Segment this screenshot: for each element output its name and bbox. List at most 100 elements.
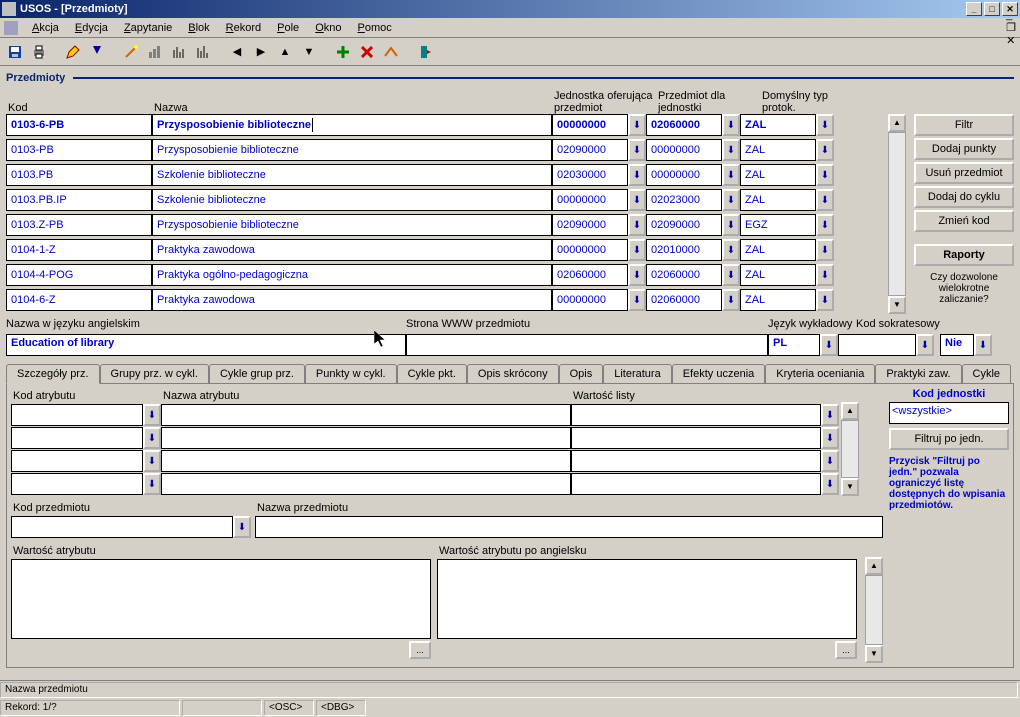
przedmiot-dla-cell[interactable]: 00000000 [646, 164, 722, 186]
przedmiot-dla-cell[interactable]: 00000000 [646, 139, 722, 161]
kod-atr-dropdown-icon[interactable]: ⬇ [143, 473, 161, 495]
kod-przedmiotu-dropdown-icon[interactable]: ⬇ [233, 516, 251, 538]
tab-9[interactable]: Kryteria oceniania [765, 364, 875, 383]
nazwa-cell[interactable]: Praktyka zawodowa [152, 239, 552, 261]
exit-icon[interactable] [414, 41, 436, 63]
kod-atr-dropdown-icon[interactable]: ⬇ [143, 450, 161, 472]
dropdown-icon[interactable]: ⬇ [722, 139, 740, 161]
edit-icon[interactable] [62, 41, 84, 63]
jednostka-cell[interactable]: 02090000 [552, 214, 628, 236]
dodaj-do-cyklu-button[interactable]: Dodaj do cyklu [914, 186, 1014, 208]
menu-okno[interactable]: Okno [307, 20, 349, 36]
table-row[interactable]: 0103.PB.IPSzkolenie biblioteczne00000000… [6, 189, 886, 213]
dropdown-icon[interactable]: ⬇ [628, 114, 646, 136]
jednostka-cell[interactable]: 02090000 [552, 139, 628, 161]
dropdown-icon[interactable]: ⬇ [816, 114, 834, 136]
maximize-button[interactable]: □ [984, 2, 1000, 16]
dropdown-icon[interactable]: ⬇ [816, 264, 834, 286]
kod-jednostki-input[interactable]: <wszystkie> [889, 402, 1009, 424]
tab-1[interactable]: Grupy prz. w cykl. [100, 364, 209, 383]
table-row[interactable]: 0104-6-ZPraktyka zawodowa00000000⬇020600… [6, 289, 886, 313]
chart-icon[interactable] [144, 41, 166, 63]
dropdown-icon[interactable]: ⬇ [722, 114, 740, 136]
nazwa-atr-cell[interactable] [161, 427, 571, 449]
dropdown-icon[interactable]: ⬇ [816, 214, 834, 236]
nazwa-przedmiotu-cell[interactable] [255, 516, 883, 538]
table-row[interactable]: 0103.Z-PBPrzysposobienie biblioteczne020… [6, 214, 886, 238]
up-icon[interactable]: ▲ [274, 41, 296, 63]
kod-cell[interactable]: 0103-PB [6, 139, 152, 161]
kod-atr-dropdown-icon[interactable]: ⬇ [143, 427, 161, 449]
wartosc-atr-ang-textarea[interactable] [437, 559, 857, 639]
dropdown-icon[interactable]: ⬇ [628, 289, 646, 311]
tab-3[interactable]: Punkty w cykl. [305, 364, 397, 383]
add-icon[interactable] [332, 41, 354, 63]
filtr-button[interactable]: Filtr [914, 114, 1014, 136]
nazwa-ang-input[interactable]: Education of library [6, 334, 406, 356]
table-row[interactable]: 0103.PBSzkolenie biblioteczne02030000⬇00… [6, 164, 886, 188]
jednostka-cell[interactable]: 02060000 [552, 264, 628, 286]
domyslny-cell[interactable]: ZAL [740, 189, 816, 211]
raporty-button[interactable]: Raporty [914, 244, 1014, 266]
prev-icon[interactable]: ◀ [226, 41, 248, 63]
przedmiot-dla-cell[interactable]: 02090000 [646, 214, 722, 236]
wartosc-listy-cell[interactable] [571, 404, 821, 426]
nazwa-cell[interactable]: Praktyka zawodowa [152, 289, 552, 311]
dropdown-icon[interactable]: ⬇ [628, 214, 646, 236]
jednostka-cell[interactable]: 00000000 [552, 114, 628, 136]
lower-scrollbar[interactable]: ▲ ▼ [865, 543, 883, 663]
kod-sokr-input[interactable] [838, 334, 916, 356]
tab-6[interactable]: Opis [559, 364, 604, 383]
print-icon[interactable] [28, 41, 50, 63]
kod-atr-dropdown-icon[interactable]: ⬇ [143, 404, 161, 426]
nazwa-atr-cell[interactable] [161, 404, 571, 426]
filtruj-button[interactable]: Filtruj po jedn. [889, 428, 1009, 450]
mdi-minimize[interactable]: _ [1006, 9, 1016, 21]
dropdown-icon[interactable]: ⬇ [722, 164, 740, 186]
dropdown-icon[interactable]: ⬇ [628, 139, 646, 161]
mdi-restore[interactable]: ❐ [1006, 21, 1016, 34]
domyslny-cell[interactable]: EGZ [740, 214, 816, 236]
dodaj-punkty-button[interactable]: Dodaj punkty [914, 138, 1014, 160]
bars1-icon[interactable] [168, 41, 190, 63]
jednostka-cell[interactable]: 02030000 [552, 164, 628, 186]
clear-icon[interactable] [380, 41, 402, 63]
menu-zapytanie[interactable]: Zapytanie [116, 20, 180, 36]
wartosc-atr-textarea[interactable] [11, 559, 431, 639]
dropdown-icon[interactable]: ⬇ [722, 214, 740, 236]
jednostka-cell[interactable]: 00000000 [552, 289, 628, 311]
table-row[interactable]: 0104-4-POGPraktyka ogólno-pedagogiczna02… [6, 264, 886, 288]
kod-cell[interactable]: 0103.PB.IP [6, 189, 152, 211]
domyslny-cell[interactable]: ZAL [740, 164, 816, 186]
tab-2[interactable]: Cykle grup prz. [209, 364, 305, 383]
expand-button[interactable]: ... [835, 641, 857, 659]
kod-cell[interactable]: 0104-6-Z [6, 289, 152, 311]
nazwa-atr-cell[interactable] [161, 450, 571, 472]
jednostka-cell[interactable]: 00000000 [552, 239, 628, 261]
menu-akcja[interactable]: Akcja [24, 20, 67, 36]
jezyk-input[interactable]: PL [768, 334, 820, 356]
tab-0[interactable]: Szczegóły prz. [6, 364, 100, 384]
domyslny-cell[interactable]: ZAL [740, 239, 816, 261]
menu-pole[interactable]: Pole [269, 20, 307, 36]
kod-atr-cell[interactable] [11, 427, 143, 449]
attr-scrollbar[interactable]: ▲ ▼ [841, 388, 859, 496]
nazwa-atr-cell[interactable] [161, 473, 571, 495]
dropdown-icon[interactable]: ⬇ [722, 289, 740, 311]
save-icon[interactable] [4, 41, 26, 63]
kod-atr-cell[interactable] [11, 404, 143, 426]
scroll-down-icon[interactable]: ▼ [841, 478, 859, 496]
jezyk-dropdown-icon[interactable]: ⬇ [820, 334, 838, 356]
nie-input[interactable]: Nie [940, 334, 974, 356]
przedmiot-dla-cell[interactable]: 02023000 [646, 189, 722, 211]
dropdown-icon[interactable]: ⬇ [628, 239, 646, 261]
table-row[interactable]: 0104-1-ZPraktyka zawodowa00000000⬇020100… [6, 239, 886, 263]
bars2-icon[interactable] [192, 41, 214, 63]
expand-button[interactable]: ... [409, 641, 431, 659]
domyslny-cell[interactable]: ZAL [740, 264, 816, 286]
menu-edycja[interactable]: Edycja [67, 20, 116, 36]
nie-dropdown-icon[interactable]: ⬇ [974, 334, 992, 356]
scroll-up-icon[interactable]: ▲ [865, 557, 883, 575]
kod-cell[interactable]: 0103-6-PB [6, 114, 152, 136]
dropdown-icon[interactable]: ⬇ [816, 289, 834, 311]
